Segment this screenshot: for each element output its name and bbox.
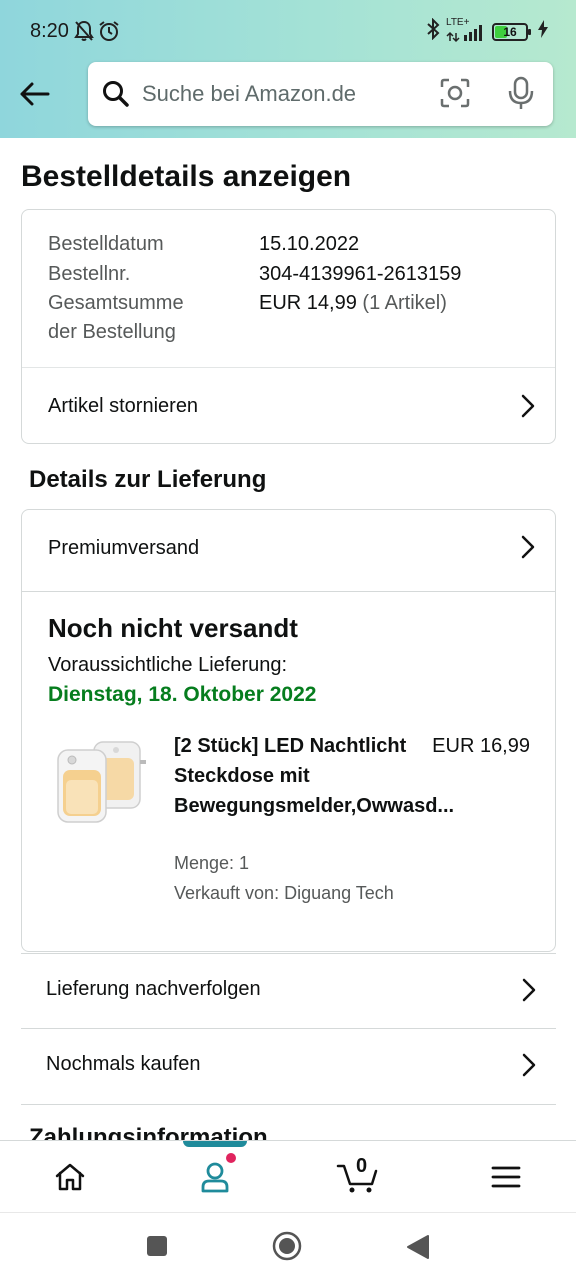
system-navigation-bar xyxy=(0,1212,576,1280)
divider xyxy=(22,591,555,592)
chevron-right-icon xyxy=(522,978,536,1007)
order-total-amount: EUR 14,99 xyxy=(259,292,357,314)
nav-menu[interactable] xyxy=(466,1141,546,1213)
bluetooth-icon xyxy=(426,17,440,45)
nav-account[interactable] xyxy=(175,1141,255,1213)
nav-home[interactable] xyxy=(30,1141,110,1213)
delivery-section-title: Details zur Lieferung xyxy=(29,466,267,493)
buy-again-row[interactable]: Nochmals kaufen xyxy=(21,1029,556,1105)
track-delivery-row[interactable]: Lieferung nachverfolgen xyxy=(21,953,556,1029)
bell-muted-icon xyxy=(74,20,94,47)
status-time: 8:20 xyxy=(30,20,69,42)
order-date-label: Bestelldatum xyxy=(48,233,164,255)
shipment-status: Noch nicht versandt xyxy=(48,613,298,643)
battery-icon: 16 xyxy=(492,22,531,41)
eta-label: Voraussichtliche Lieferung: xyxy=(48,654,288,676)
chevron-right-icon xyxy=(521,535,535,564)
home-icon xyxy=(55,1163,85,1191)
search-icon xyxy=(102,80,130,113)
order-total-value: EUR 14,99 (1 Artikel) xyxy=(259,289,447,318)
order-summary-card: Bestelldatum 15.10.2022 Bestellnr. 304-4… xyxy=(21,209,556,444)
delivery-card: Premiumversand Noch nicht versandt Vorau… xyxy=(21,509,556,952)
status-bar: 8:20 LTE+ 16 xyxy=(0,0,576,64)
search-bar[interactable] xyxy=(88,62,553,126)
search-input[interactable] xyxy=(142,76,412,112)
bottom-navigation: 0 xyxy=(0,1140,576,1212)
home-circle-icon[interactable] xyxy=(272,1231,302,1266)
product-price: EUR 16,99 xyxy=(432,735,530,757)
order-number-value: 304-4139961-2613159 xyxy=(259,263,462,285)
menu-icon xyxy=(491,1166,521,1188)
cart-count: 0 xyxy=(356,1155,368,1177)
alarm-clock-icon xyxy=(98,20,120,47)
camera-lens-icon[interactable] xyxy=(440,78,470,113)
order-total-label: Gesamtsumme xyxy=(48,292,184,314)
signal-icon: LTE+ xyxy=(446,17,486,43)
cancel-items-label: Artikel stornieren xyxy=(48,394,199,417)
back-triangle-icon[interactable] xyxy=(406,1234,430,1265)
shipping-method-label: Premiumversand xyxy=(48,536,200,559)
eta-date: Dienstag, 18. Oktober 2022 xyxy=(48,683,317,706)
status-right-group: LTE+ 16 xyxy=(426,17,548,45)
order-number-label: Bestellnr. xyxy=(48,263,131,285)
charging-bolt-icon xyxy=(538,20,548,43)
order-total-label-line2: der Bestellung xyxy=(48,321,176,343)
battery-level: 16 xyxy=(503,24,517,39)
order-date-value: 15.10.2022 xyxy=(259,233,360,255)
account-icon xyxy=(201,1162,229,1193)
payment-section-title: Zahlungsinformation xyxy=(29,1124,268,1140)
chevron-right-icon xyxy=(521,394,535,423)
track-delivery-label: Lieferung nachverfolgen xyxy=(46,978,261,1000)
app-header: 8:20 LTE+ 16 xyxy=(0,0,576,138)
notification-dot xyxy=(226,1153,236,1163)
recents-square-icon[interactable] xyxy=(146,1235,168,1262)
back-button[interactable] xyxy=(14,76,54,112)
chevron-right-icon xyxy=(522,1053,536,1082)
shipping-method-row[interactable]: Premiumversand xyxy=(22,510,555,586)
order-details-content[interactable]: Bestelldetails anzeigen Bestelldatum 15.… xyxy=(0,138,576,1140)
order-total-items: (1 Artikel) xyxy=(362,292,447,314)
microphone-icon[interactable] xyxy=(508,76,534,115)
product-seller: Verkauft von: Diguang Tech xyxy=(174,883,394,903)
buy-again-label: Nochmals kaufen xyxy=(46,1053,201,1075)
product-quantity: Menge: 1 xyxy=(174,853,250,873)
page-title: Bestelldetails anzeigen xyxy=(21,160,352,193)
arrow-left-icon xyxy=(20,82,50,106)
cancel-items-row[interactable]: Artikel stornieren xyxy=(22,368,555,444)
night-light-product-image[interactable] xyxy=(52,732,152,832)
